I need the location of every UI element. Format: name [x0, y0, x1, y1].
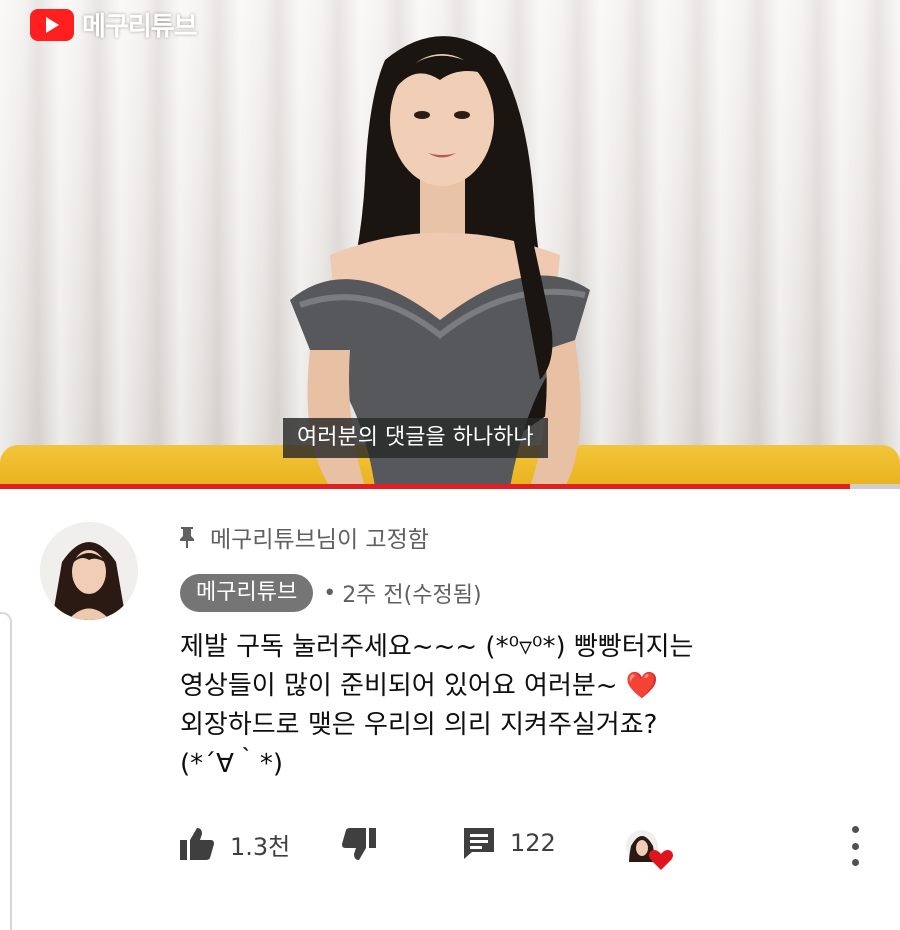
- thumbs-down-icon: [342, 828, 376, 860]
- youtube-play-icon: [30, 8, 74, 41]
- comment-header: 메구리튜브 • 2주 전(수정됨): [180, 574, 482, 612]
- comment-line-2-text: 영상들이 많이 준비되어 있어요 여러분~: [180, 671, 618, 701]
- video-player[interactable]: 메구리튜브 여러분의 댓글을 하나하나: [0, 0, 900, 487]
- comment-line-1: 제발 구독 눌러주세요~~~ (*⁰▿⁰*) 빵빵터지는: [180, 632, 694, 662]
- dislike-button[interactable]: [340, 826, 378, 862]
- pinned-label: 메구리튜브님이 고정함: [210, 527, 429, 553]
- channel-watermark: 메구리튜브: [30, 6, 198, 43]
- avatar-portrait: [40, 522, 138, 620]
- reply-count: 122: [510, 829, 556, 857]
- meta-separator: •: [323, 580, 337, 606]
- creator-heart: [625, 826, 677, 872]
- reply-button[interactable]: 122: [462, 826, 556, 860]
- pin-icon: [180, 527, 194, 548]
- author-name-chip[interactable]: 메구리튜브: [180, 574, 314, 612]
- more-vertical-icon[interactable]: [846, 826, 864, 866]
- comment-text: 제발 구독 눌러주세요~~~ (*⁰▿⁰*) 빵빵터지는 영상들이 많이 준비되…: [180, 628, 880, 784]
- more-dot-1: [851, 826, 859, 833]
- like-button[interactable]: 1.3천: [178, 826, 290, 862]
- author-avatar[interactable]: [40, 522, 138, 620]
- watermark-text: 메구리튜브: [82, 12, 198, 42]
- presenter-figure: [290, 36, 590, 487]
- comment-icon: [464, 828, 494, 859]
- more-dot-3: [851, 859, 859, 866]
- thumbs-up-icon: [180, 828, 214, 860]
- video-subtitle: 여러분의 댓글을 하나하나: [283, 418, 548, 458]
- video-progress-fill: [0, 484, 850, 489]
- pinned-indicator: 메구리튜브님이 고정함: [178, 520, 429, 554]
- heart-emoji: ❤️: [625, 671, 659, 701]
- comment-line-4: (*´∀｀*): [180, 749, 284, 779]
- video-progress-bar[interactable]: [0, 484, 900, 489]
- thread-line: [0, 612, 12, 930]
- comment-timestamp: 2주 전(수정됨): [342, 583, 482, 608]
- comment-line-2: 영상들이 많이 준비되어 있어요 여러분~ ❤️: [180, 667, 880, 706]
- comment-actions: 1.3천 122: [178, 826, 878, 870]
- more-dot-2: [851, 842, 859, 850]
- creator-heart-icon: [626, 830, 673, 870]
- like-count: 1.3천: [230, 832, 291, 861]
- comment-line-3: 외장하드로 맺은 우리의 의리 지켜주실거죠?: [180, 710, 658, 740]
